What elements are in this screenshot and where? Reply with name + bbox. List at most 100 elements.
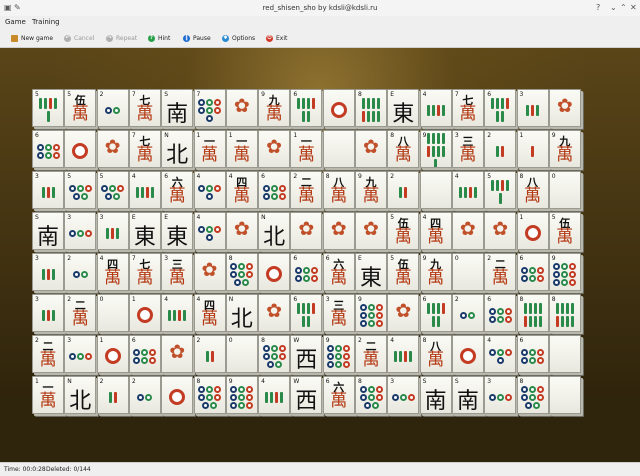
tile-wind-E[interactable]: E東 <box>387 89 420 127</box>
tile-circle-0[interactable] <box>451 335 484 373</box>
tile-bamboo-2[interactable]: 2 <box>484 130 517 168</box>
tile-bamboo-0[interactable]: 0 <box>225 335 258 373</box>
tile-circle-0[interactable] <box>64 130 97 168</box>
tile-flower[interactable]: ✿ <box>96 130 129 168</box>
tile-wind-N[interactable]: N北 <box>161 130 194 168</box>
tile-bamboo-1[interactable]: 1 <box>516 130 549 168</box>
tile-circle-3[interactable]: 3 <box>387 376 420 414</box>
tile-character-9[interactable]: 9九萬 <box>258 89 291 127</box>
tile-character-7[interactable]: 7七萬 <box>128 130 161 168</box>
tile-blank[interactable] <box>548 376 581 414</box>
tile-circle-8[interactable]: 8 <box>225 253 258 291</box>
tile-circle-6[interactable]: 6 <box>32 130 64 168</box>
tile-circle-8[interactable]: 8 <box>258 335 291 373</box>
tile-circle-3[interactable]: 3 <box>64 335 97 373</box>
menu-game[interactable]: Game <box>5 18 26 26</box>
tile-wind-S[interactable]: S南 <box>451 376 484 414</box>
tile-character-1[interactable]: 1一萬 <box>290 130 323 168</box>
tile-bamboo-4[interactable]: 4 <box>258 376 291 414</box>
tile-character-4[interactable]: 4四萬 <box>96 253 129 291</box>
tile-bamboo-8[interactable]: 8 <box>516 294 549 332</box>
new-game-button[interactable]: New game <box>11 33 53 44</box>
tile-bamboo-0[interactable]: 0 <box>96 294 129 332</box>
tile-circle-5[interactable]: 5 <box>96 171 129 209</box>
tile-character-6[interactable]: 6六萬 <box>322 253 355 291</box>
tile-character-1[interactable]: 1一萬 <box>225 130 258 168</box>
tile-bamboo-4[interactable]: 4 <box>387 335 420 373</box>
tile-wind-E[interactable]: E東 <box>355 253 387 291</box>
tile-character-4[interactable]: 4四萬 <box>419 212 452 250</box>
tile-blank[interactable] <box>419 171 452 209</box>
tile-character-2[interactable]: 2二萬 <box>290 171 323 209</box>
tile-circle-2[interactable]: 2 <box>64 253 97 291</box>
tile-circle-4[interactable]: 4 <box>193 212 226 250</box>
tile-circle-1[interactable]: 1 <box>96 335 129 373</box>
tile-circle-9[interactable]: 9 <box>355 294 387 332</box>
tile-character-8[interactable]: 8八萬 <box>387 130 420 168</box>
tile-bamboo-2[interactable]: 2 <box>96 376 129 414</box>
tile-character-6[interactable]: 6六萬 <box>322 376 355 414</box>
tile-character-8[interactable]: 8八萬 <box>322 171 355 209</box>
tile-blank[interactable] <box>548 335 581 373</box>
tile-wind-N[interactable]: N北 <box>258 212 291 250</box>
tile-bamboo-3[interactable]: 3 <box>516 89 549 127</box>
tile-flower[interactable]: ✿ <box>451 212 484 250</box>
tile-circle-1[interactable]: 1 <box>516 212 549 250</box>
tile-bamboo-8[interactable]: 8 <box>548 294 581 332</box>
tile-circle-8[interactable]: 8 <box>355 376 387 414</box>
tile-wind-N[interactable]: N北 <box>64 376 97 414</box>
tile-wind-E[interactable]: E東 <box>161 212 194 250</box>
tile-bamboo-6[interactable]: 6 <box>419 294 452 332</box>
options-button[interactable]: ✱ Options <box>222 33 255 44</box>
help-icon[interactable]: ? <box>596 3 600 12</box>
tile-circle-0[interactable] <box>161 376 194 414</box>
tile-flower[interactable]: ✿ <box>258 294 291 332</box>
tile-wind-S[interactable]: S南 <box>161 89 194 127</box>
tile-flower[interactable]: ✿ <box>322 212 355 250</box>
tile-bamboo-6[interactable]: 6 <box>290 89 323 127</box>
tile-bamboo-5[interactable]: 5 <box>484 171 517 209</box>
tile-flower[interactable]: ✿ <box>225 212 258 250</box>
tile-character-8[interactable]: 8八萬 <box>516 171 549 209</box>
tile-circle-6[interactable]: 6 <box>484 294 517 332</box>
tile-character-2[interactable]: 2二萬 <box>32 335 64 373</box>
tile-wind-S[interactable]: S南 <box>32 212 64 250</box>
tile-circle-1[interactable]: 1 <box>128 294 161 332</box>
tile-bamboo-4[interactable]: 4 <box>451 171 484 209</box>
tile-character-7[interactable]: 7七萬 <box>128 253 161 291</box>
tile-character-4[interactable]: 4四萬 <box>193 294 226 332</box>
tile-bamboo-3[interactable]: 3 <box>32 253 64 291</box>
cancel-button[interactable]: ↶ Cancel <box>64 33 94 44</box>
tile-bamboo-4[interactable]: 4 <box>419 89 452 127</box>
maximize-icon[interactable]: ⌃ <box>620 3 627 12</box>
minimize-icon[interactable]: ⌄ <box>610 3 617 12</box>
tile-bamboo-0[interactable]: 0 <box>451 253 484 291</box>
tile-character-2[interactable]: 2二萬 <box>64 294 97 332</box>
tile-bamboo-2[interactable]: 2 <box>193 335 226 373</box>
tile-bamboo-0[interactable]: 0 <box>548 171 581 209</box>
tile-wind-N[interactable]: N北 <box>225 294 258 332</box>
tile-wind-E[interactable]: E東 <box>128 212 161 250</box>
tile-character-9[interactable]: 9九萬 <box>548 130 581 168</box>
tile-character-1[interactable]: 1一萬 <box>32 376 64 414</box>
tile-bamboo-3[interactable]: 3 <box>32 171 64 209</box>
tile-character-1[interactable]: 1一萬 <box>193 130 226 168</box>
tile-circle-9[interactable]: 9 <box>322 335 355 373</box>
tile-circle-8[interactable]: 8 <box>516 376 549 414</box>
tile-circle-3[interactable]: 3 <box>484 376 517 414</box>
tile-circle-4[interactable]: 4 <box>484 335 517 373</box>
tile-bamboo-3[interactable]: 3 <box>96 212 129 250</box>
tile-circle-2[interactable]: 2 <box>128 376 161 414</box>
tile-character-9[interactable]: 9九萬 <box>355 171 387 209</box>
tile-flower[interactable]: ✿ <box>387 294 420 332</box>
menu-training[interactable]: Training <box>32 18 60 26</box>
tile-circle-8[interactable]: 8 <box>193 376 226 414</box>
tile-flower[interactable]: ✿ <box>290 212 323 250</box>
tile-circle-2[interactable]: 2 <box>96 89 129 127</box>
tile-flower[interactable]: ✿ <box>225 89 258 127</box>
tile-character-5[interactable]: 5伍萬 <box>64 89 97 127</box>
tile-flower[interactable]: ✿ <box>355 212 387 250</box>
tile-character-6[interactable]: 6六萬 <box>161 171 194 209</box>
tile-flower[interactable]: ✿ <box>161 335 194 373</box>
tile-character-5[interactable]: 5伍萬 <box>548 212 581 250</box>
